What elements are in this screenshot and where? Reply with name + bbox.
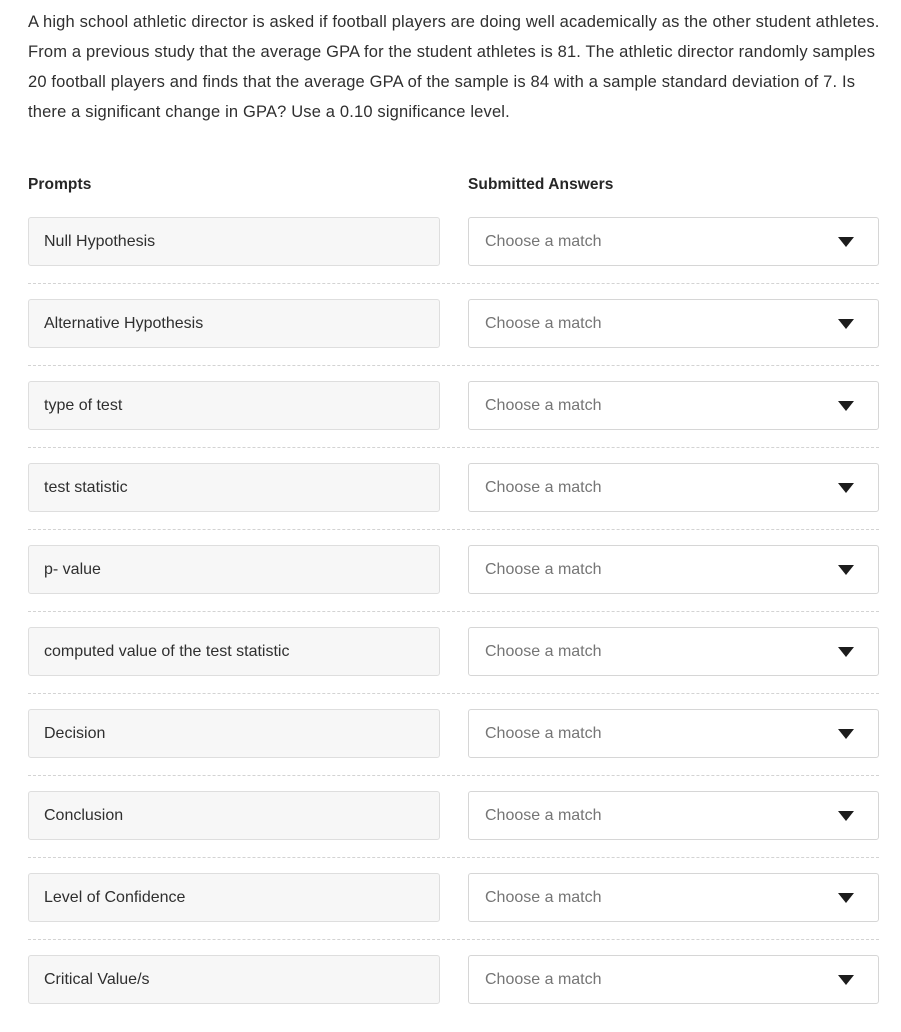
row-divider — [28, 775, 879, 776]
matching-row-inner: p- value Choose a match — [0, 540, 901, 612]
chevron-down-icon — [838, 318, 854, 329]
prompt-label: Level of Confidence — [44, 888, 186, 906]
row-divider — [28, 611, 879, 612]
chevron-down-icon — [838, 236, 854, 247]
matching-row-inner: Level of Confidence Choose a match — [0, 868, 901, 940]
prompt-box: Alternative Hypothesis — [28, 299, 440, 348]
matching-row: Null Hypothesis Choose a match — [0, 212, 901, 294]
answer-match-value: Choose a match — [485, 888, 602, 906]
prompt-box: Critical Value/s — [28, 955, 440, 1004]
row-divider — [28, 365, 879, 366]
answer-match-dropdown[interactable]: Choose a match — [468, 463, 879, 512]
prompt-label: type of test — [44, 396, 123, 414]
answer-match-dropdown[interactable]: Choose a match — [468, 545, 879, 594]
chevron-down-icon — [838, 728, 854, 739]
matching-row-inner: type of test Choose a match — [0, 376, 901, 448]
matching-row: Decision Choose a match — [0, 704, 901, 786]
prompt-box: Conclusion — [28, 791, 440, 840]
chevron-down-icon — [838, 482, 854, 493]
answer-match-dropdown[interactable]: Choose a match — [468, 873, 879, 922]
prompt-box: computed value of the test statistic — [28, 627, 440, 676]
chevron-down-icon — [838, 564, 854, 575]
answer-match-value: Choose a match — [485, 724, 602, 742]
chevron-down-icon — [838, 810, 854, 821]
prompt-label: computed value of the test statistic — [44, 642, 290, 660]
answer-match-value: Choose a match — [485, 642, 602, 660]
prompt-box: test statistic — [28, 463, 440, 512]
prompt-box: p- value — [28, 545, 440, 594]
matching-row-inner: Critical Value/s Choose a match — [0, 950, 901, 1022]
matching-rows-list: Null Hypothesis Choose a match Alternative… — [0, 212, 901, 1032]
prompt-box: Null Hypothesis — [28, 217, 440, 266]
prompt-label: p- value — [44, 560, 101, 578]
prompt-label: Null Hypothesis — [44, 232, 156, 250]
chevron-down-icon — [838, 646, 854, 657]
matching-row-inner: Null Hypothesis Choose a match — [0, 212, 901, 284]
answer-match-dropdown[interactable]: Choose a match — [468, 217, 879, 266]
prompt-label: Conclusion — [44, 806, 124, 824]
answer-match-value: Choose a match — [485, 560, 602, 578]
row-divider — [28, 447, 879, 448]
chevron-down-icon — [838, 892, 854, 903]
row-divider — [28, 693, 879, 694]
matching-row-inner: computed value of the test statistic Choo… — [0, 622, 901, 694]
matching-columns-header: Prompts Submitted Answers — [0, 176, 901, 200]
answer-match-dropdown[interactable]: Choose a match — [468, 709, 879, 758]
submitted-answers-column-header: Submitted Answers — [468, 176, 614, 193]
answer-match-dropdown[interactable]: Choose a match — [468, 791, 879, 840]
chevron-down-icon — [838, 400, 854, 411]
prompts-column-header: Prompts — [28, 176, 92, 193]
answer-match-value: Choose a match — [485, 478, 602, 496]
row-divider — [28, 939, 879, 940]
matching-row: p- value Choose a match — [0, 540, 901, 622]
answer-match-value: Choose a match — [485, 314, 602, 332]
matching-row-inner: Conclusion Choose a match — [0, 786, 901, 858]
answer-match-dropdown[interactable]: Choose a match — [468, 381, 879, 430]
matching-row: Critical Value/s Choose a match — [0, 950, 901, 1032]
row-divider — [28, 529, 879, 530]
answer-match-value: Choose a match — [485, 806, 602, 824]
matching-row: Level of Confidence Choose a match — [0, 868, 901, 950]
row-divider — [28, 283, 879, 284]
matching-row: Alternative Hypothesis Choose a match — [0, 294, 901, 376]
answer-match-dropdown[interactable]: Choose a match — [468, 627, 879, 676]
answer-match-value: Choose a match — [485, 232, 602, 250]
prompt-box: type of test — [28, 381, 440, 430]
prompt-label: test statistic — [44, 478, 128, 496]
answer-match-value: Choose a match — [485, 396, 602, 414]
matching-row-inner: Decision Choose a match — [0, 704, 901, 776]
prompt-box: Level of Confidence — [28, 873, 440, 922]
matching-row-inner: test statistic Choose a match — [0, 458, 901, 530]
question-stem: A high school athletic director is asked… — [28, 13, 880, 121]
answer-match-value: Choose a match — [485, 970, 602, 988]
answer-match-dropdown[interactable]: Choose a match — [468, 955, 879, 1004]
matching-row-inner: Alternative Hypothesis Choose a match — [0, 294, 901, 366]
matching-row: computed value of the test statistic Choo… — [0, 622, 901, 704]
prompt-label: Critical Value/s — [44, 970, 150, 988]
prompt-label: Alternative Hypothesis — [44, 314, 204, 332]
matching-row: type of test Choose a match — [0, 376, 901, 458]
matching-row: Conclusion Choose a match — [0, 786, 901, 868]
matching-row: test statistic Choose a match — [0, 458, 901, 540]
prompt-box: Decision — [28, 709, 440, 758]
prompt-label: Decision — [44, 724, 106, 742]
row-divider — [28, 857, 879, 858]
answer-match-dropdown[interactable]: Choose a match — [468, 299, 879, 348]
chevron-down-icon — [838, 974, 854, 985]
